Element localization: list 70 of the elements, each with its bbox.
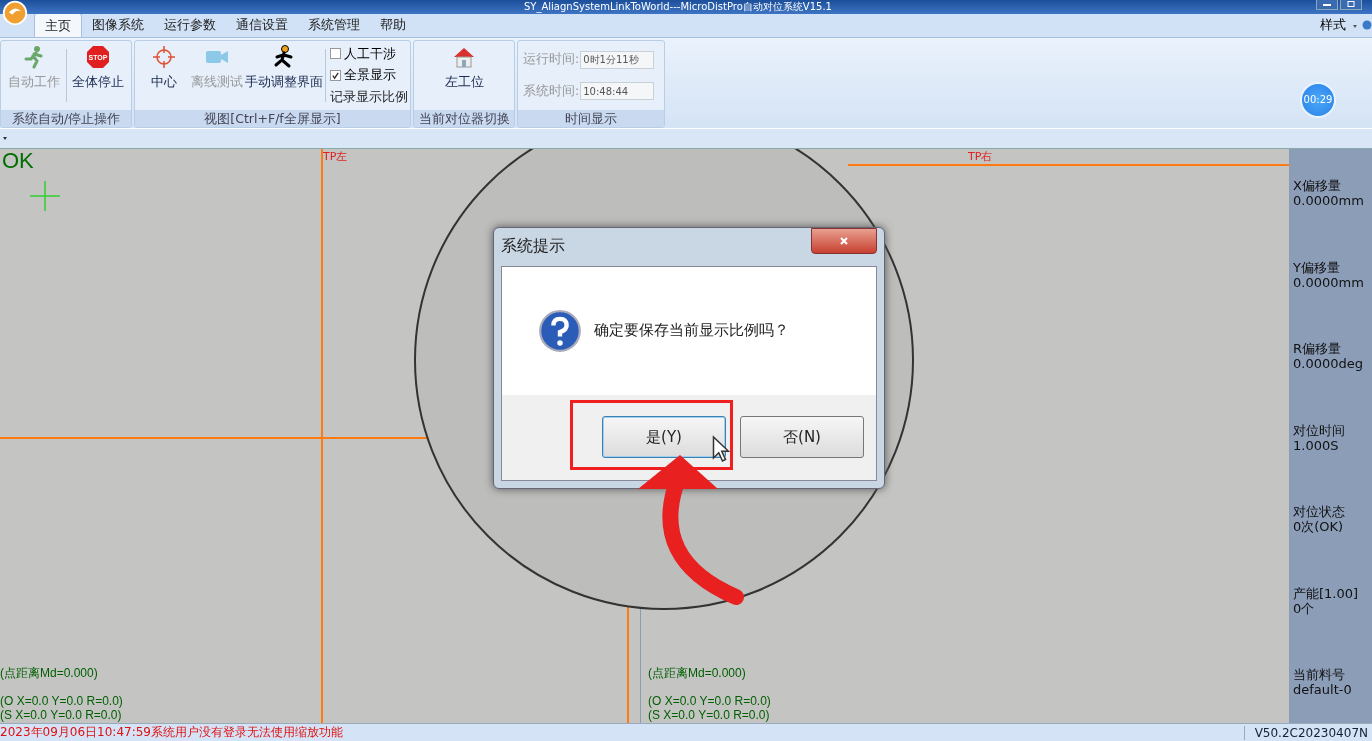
- coordinate-text: (O X=0.0 Y=0.0 R=0.0): [0, 694, 123, 708]
- close-icon: [839, 235, 849, 246]
- readout-label: 当前料号: [1293, 667, 1346, 683]
- question-icon: [538, 308, 582, 353]
- time-field[interactable]: 10:48:44: [580, 82, 655, 100]
- dialog-button[interactable]: 否(N): [740, 416, 864, 459]
- view-label: TP右: [968, 148, 993, 164]
- readout-label: 对位时间: [1293, 422, 1346, 438]
- time-field[interactable]: 0时1分11秒: [580, 50, 655, 69]
- style-menu[interactable]: 样式: [1318, 12, 1348, 37]
- checkbox[interactable]: 人工干涉: [330, 44, 408, 63]
- field-label: 系统时间:: [523, 82, 580, 100]
- minimize-button[interactable]: [1316, 0, 1338, 10]
- checkbox-box[interactable]: [330, 48, 341, 60]
- timer-badge: 00:29: [1300, 81, 1336, 118]
- view-label: TP左: [323, 148, 348, 164]
- checkbox-label: 人工干涉: [344, 44, 396, 63]
- minimize-icon: [1322, 1, 1332, 7]
- distance-text: (点距离Md=0.000): [0, 666, 99, 680]
- mouse-cursor-icon: [712, 434, 730, 463]
- readout-label: 对位状态: [1293, 504, 1346, 520]
- crosshair-icon: [30, 180, 60, 211]
- status-message: 2023年09月06日10:47:59系统用户没有登录无法使用缩放功能: [0, 724, 343, 741]
- readout-value: 0次(OK): [1293, 519, 1345, 535]
- checkbox-label: 全景显示: [344, 66, 396, 85]
- checkbox-box[interactable]: [330, 69, 341, 81]
- dialog-button[interactable]: 是(Y): [602, 416, 726, 459]
- distance-text: (点距离Md=0.000): [648, 666, 747, 680]
- ribbon-button[interactable]: 左工位: [416, 42, 512, 108]
- readout-label: Y偏移量: [1293, 259, 1341, 275]
- maximize-button[interactable]: [1340, 0, 1362, 10]
- app-logo-icon: [2, 0, 28, 26]
- menu-tab[interactable]: 运行参数: [154, 12, 226, 37]
- readout-value: 0.0000mm: [1293, 274, 1365, 290]
- readout-value: 0个: [1293, 600, 1316, 616]
- window-title: SY_AliagnSystemLinkToWorld---MicroDistPro自动对位系统V15.1: [524, 0, 832, 14]
- readout-value: 0.0000mm: [1293, 193, 1365, 209]
- dialog-message: 确定要保存当前显示比例吗？: [594, 321, 789, 341]
- readout-label: X偏移量: [1293, 178, 1342, 194]
- group-caption: 当前对位器切换: [414, 109, 514, 127]
- checkbox[interactable]: 全景显示: [330, 66, 408, 85]
- ribbon-button[interactable]: 手动调整界面: [244, 42, 324, 108]
- coordinate-text: (O X=0.0 Y=0.0 R=0.0): [648, 694, 771, 708]
- check-icon: [331, 70, 340, 80]
- group-caption: 视图[Ctrl+F/f全屏显示]: [135, 109, 410, 127]
- group-caption: 系统自动/停止操作: [1, 109, 131, 127]
- readout-value: default-0: [1293, 682, 1353, 698]
- ribbon-button[interactable]: 中心: [137, 42, 190, 108]
- field-label: 运行时间:: [523, 51, 580, 69]
- menu-tab[interactable]: 系统管理: [298, 12, 370, 37]
- readout-label: R偏移量: [1293, 341, 1343, 357]
- group-caption: 时间显示: [518, 109, 664, 127]
- close-button[interactable]: [811, 227, 877, 254]
- dialog-title: 系统提示: [501, 236, 565, 258]
- menu-tab[interactable]: 图像系统: [82, 12, 154, 37]
- menu-tab[interactable]: 通信设置: [226, 12, 298, 37]
- caret-icon: [1352, 22, 1358, 29]
- readout-value: 0.0000deg: [1293, 356, 1364, 372]
- maximize-icon: [1346, 1, 1356, 7]
- readout-value: 1.000S: [1293, 437, 1340, 453]
- crosshair-icon: [151, 44, 176, 69]
- coordinate-text: (S X=0.0 Y=0.0 R=0.0): [0, 708, 123, 722]
- menu-tab[interactable]: 帮助: [370, 12, 416, 37]
- quick-access-caret-icon[interactable]: [2, 135, 8, 142]
- status-text: OK: [2, 148, 34, 173]
- version-text: V50.2C20230407N: [1243, 725, 1372, 740]
- coordinate-text: (S X=0.0 Y=0.0 R=0.0): [648, 708, 771, 722]
- record-ratio-button[interactable]: 记录显示比例: [330, 87, 408, 106]
- readout-label: 产能[1.00]: [1293, 585, 1360, 601]
- menu-tab[interactable]: 主页: [34, 12, 82, 37]
